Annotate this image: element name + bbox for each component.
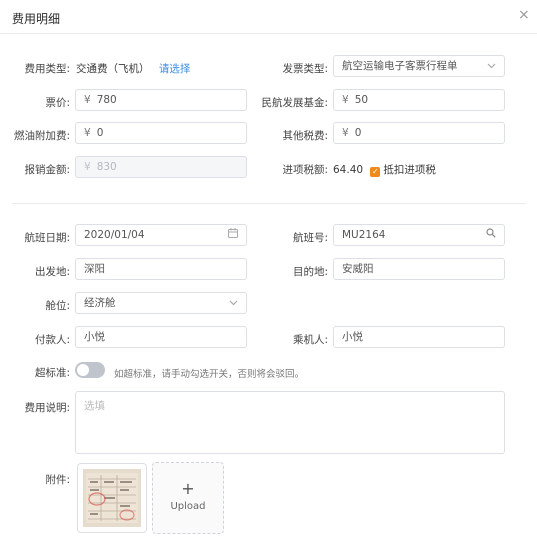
input-tax-value: 64.40	[333, 164, 364, 176]
chevron-down-icon	[487, 56, 496, 76]
other-tax-label: 其他税费:	[282, 130, 328, 142]
flight-date-picker[interactable]: 2020/01/04	[75, 224, 247, 246]
departure-label: 出发地:	[34, 266, 70, 278]
description-placeholder: 选填	[84, 400, 105, 412]
fare-input[interactable]: ¥780	[75, 89, 247, 111]
other-tax-input[interactable]: ¥0	[333, 122, 505, 144]
over-standard-toggle[interactable]	[75, 362, 105, 378]
currency-symbol: ¥	[84, 161, 91, 173]
input-tax: 64.40 ✓ 抵扣进项税	[333, 162, 436, 177]
destination-input[interactable]: 安威阳	[333, 258, 505, 280]
destination-value: 安威阳	[342, 263, 374, 275]
receipt-image	[83, 469, 141, 527]
reimbursement-input: ¥830	[75, 156, 247, 178]
reimbursement-label: 报销金额:	[24, 164, 70, 176]
payer-input[interactable]: 小悦	[75, 326, 247, 348]
fare-value: 780	[96, 94, 117, 106]
search-icon[interactable]	[486, 225, 496, 245]
header-divider	[0, 33, 537, 34]
passenger-value: 小悦	[342, 331, 363, 343]
over-standard-hint: 如超标准，请手动勾选开关，否则将会驳回。	[114, 369, 305, 380]
flight-number-label: 航班号:	[292, 232, 328, 244]
flight-date-label: 航班日期:	[24, 232, 70, 244]
toggle-knob	[77, 364, 89, 376]
expense-type: 交通费（飞机） 请选择	[76, 61, 190, 76]
expense-type-label: 费用类型:	[24, 63, 70, 75]
currency-symbol: ¥	[84, 94, 91, 106]
currency-symbol: ¥	[342, 94, 349, 106]
plus-icon: +	[181, 479, 195, 498]
departure-value: 深阳	[84, 263, 105, 275]
reimbursement-value: 830	[96, 161, 117, 173]
destination-label: 目的地:	[292, 266, 328, 278]
passenger-input[interactable]: 小悦	[333, 326, 505, 348]
cabin-select[interactable]: 经济舱	[75, 292, 247, 314]
invoice-type-select[interactable]: 航空运输电子客票行程单	[333, 55, 505, 77]
check-icon: ✓	[370, 167, 381, 177]
flight-number-value: MU2164	[342, 229, 386, 241]
upload-label: Upload	[170, 501, 206, 512]
flight-date-value: 2020/01/04	[84, 229, 145, 241]
over-standard-label: 超标准:	[34, 367, 70, 379]
other-tax-value: 0	[354, 127, 362, 139]
close-icon[interactable]: ×	[518, 8, 530, 22]
dev-fund-input[interactable]: ¥50	[333, 89, 505, 111]
cabin-value: 经济舱	[84, 297, 116, 309]
calendar-icon	[228, 225, 238, 245]
passenger-label: 乘机人:	[292, 334, 328, 346]
payer-value: 小悦	[84, 331, 105, 343]
deduct-checkbox[interactable]: ✓ 抵扣进项税	[370, 164, 436, 177]
cabin-label: 舱位:	[45, 300, 70, 312]
fuel-value: 0	[96, 127, 104, 139]
currency-symbol: ¥	[84, 127, 91, 139]
flight-number-input[interactable]: MU2164	[333, 224, 505, 246]
attachment-label: 附件:	[45, 474, 70, 486]
dev-fund-label: 民航发展基金:	[261, 97, 328, 109]
invoice-type-value: 航空运输电子客票行程单	[342, 60, 458, 72]
invoice-type-label: 发票类型:	[282, 63, 328, 75]
chevron-down-icon	[229, 293, 238, 313]
departure-input[interactable]: 深阳	[75, 258, 247, 280]
payer-label: 付款人:	[34, 334, 70, 346]
attachment-thumbnail[interactable]	[77, 463, 147, 533]
fuel-input[interactable]: ¥0	[75, 122, 247, 144]
dialog-title: 费用明细	[12, 12, 61, 26]
upload-button[interactable]: + Upload	[152, 462, 224, 534]
fare-label: 票价:	[45, 97, 70, 109]
description-label: 费用说明:	[24, 402, 70, 414]
description-textarea[interactable]: 选填	[75, 391, 505, 454]
deduct-label: 抵扣进项税	[383, 164, 436, 176]
expense-type-value: 交通费（飞机）	[76, 63, 150, 75]
section-divider	[12, 203, 526, 204]
fuel-label: 燃油附加费:	[13, 130, 70, 142]
input-tax-label: 进项税额:	[282, 164, 328, 176]
reselect-link[interactable]: 请选择	[159, 63, 191, 75]
currency-symbol: ¥	[342, 127, 349, 139]
dev-fund-value: 50	[354, 94, 369, 106]
